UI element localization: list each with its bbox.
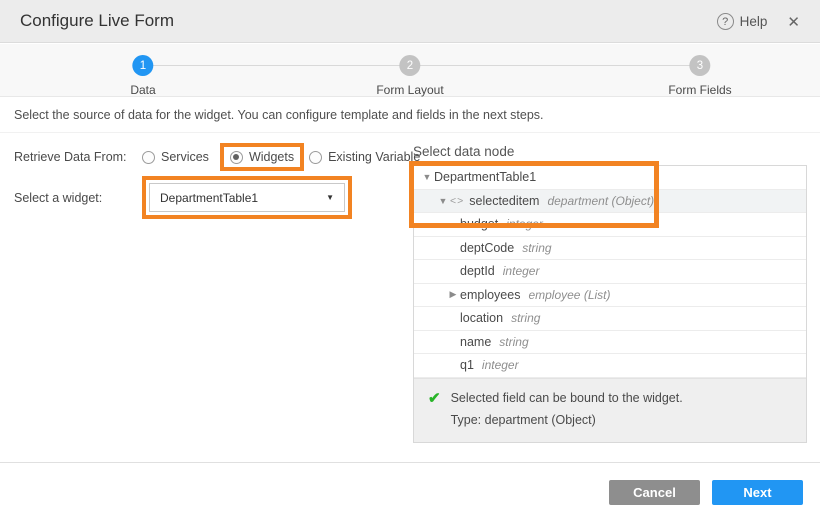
tree-node-deptid[interactable]: deptId integer [414,260,806,284]
dialog-header: Configure Live Form ? Help ✕ [0,0,820,43]
dialog-footer: Cancel Next [0,462,820,522]
retrieve-data-label: Retrieve Data From: [14,150,142,164]
tree-node-employees[interactable]: ▶employees employee (List) [414,284,806,308]
help-label: Help [740,14,768,29]
data-node-panel: ▼DepartmentTable1▼<>selecteditemdepartme… [413,165,807,443]
step-data[interactable]: 1 Data [130,55,155,97]
tree-node-name[interactable]: name string [414,331,806,355]
tree-node-type: string [511,311,540,325]
next-button[interactable]: Next [712,480,803,505]
binding-note-line2: Type: department (Object) [451,409,683,432]
step-number: 2 [399,55,420,76]
wizard-stepper: 1 Data 2 Form Layout 3 Form Fields [0,44,820,97]
tree-node-type: integer [506,217,543,231]
cancel-button[interactable]: Cancel [609,480,700,505]
tree-node-type: string [522,241,551,255]
tree-node-deptcode[interactable]: deptCode string [414,237,806,261]
radio-existing-variable[interactable]: Existing Variable [309,150,420,164]
footer-buttons: Cancel Next [609,480,803,505]
tree-node-name: DepartmentTable1 [434,170,536,184]
tree-node-name: deptId [460,264,495,278]
radio-circle-icon [142,151,155,164]
radio-label: Widgets [249,150,294,164]
select-widget-row: Select a widget: DepartmentTable1 ▼ [14,176,352,219]
check-icon: ✔ [428,389,441,407]
step-number: 3 [690,55,711,76]
tree-node-type: employee (List) [528,288,610,302]
widget-select[interactable]: DepartmentTable1 ▼ [149,183,345,212]
tree-node-budget[interactable]: budget integer [414,213,806,237]
help-icon: ? [717,13,734,30]
step-form-layout[interactable]: 2 Form Layout [376,55,443,97]
radio-circle-icon [309,151,322,164]
radio-circle-icon [230,151,243,164]
tree-node-name: budget [460,217,498,231]
caret-down-icon[interactable]: ▼ [420,172,434,182]
select-widget-label: Select a widget: [14,191,142,205]
data-node-tree: ▼DepartmentTable1▼<>selecteditemdepartme… [414,166,806,378]
tree-node-name: selecteditem [469,194,539,208]
binding-note: ✔ Selected field can be bound to the wid… [414,378,806,442]
binding-note-line1: Selected field can be bound to the widge… [451,387,683,410]
tree-node-type: string [499,335,528,349]
tree-node-name: name [460,335,491,349]
header-actions: ? Help ✕ [717,0,804,43]
retrieve-data-row: Retrieve Data From: Services Widgets Exist… [14,143,426,171]
data-node-heading: Select data node [413,144,514,159]
tree-node-name: q1 [460,358,474,372]
stepper-steps: 1 Data 2 Form Layout 3 Form Fields [0,44,820,96]
step-form-fields[interactable]: 3 Form Fields [668,55,731,97]
code-brackets-icon: <> [450,195,464,207]
tree-node-departmenttable1[interactable]: ▼DepartmentTable1 [414,166,806,190]
step-label: Form Layout [376,83,443,97]
help-button[interactable]: ? Help [717,13,768,30]
radio-highlight-box: Widgets [220,143,304,171]
tree-node-type: integer [503,264,540,278]
step-label: Form Fields [668,83,731,97]
caret-down-icon[interactable]: ▼ [436,196,450,206]
caret-right-icon[interactable]: ▶ [446,289,460,300]
tree-node-q1[interactable]: q1 integer [414,354,806,378]
configure-live-form-dialog: Configure Live Form ? Help ✕ 1 Data 2 Form … [0,0,820,522]
widget-select-value: DepartmentTable1 [160,191,258,205]
binding-note-text: Selected field can be bound to the widge… [451,387,683,432]
dialog-title: Configure Live Form [20,11,174,31]
tree-node-name: location [460,311,503,325]
step-number: 1 [132,55,153,76]
tree-node-selecteditem[interactable]: ▼<> selecteditem department (Object) [414,190,806,214]
tree-node-name: employees [460,288,520,302]
retrieve-radio-group: Services Widgets Existing Variable [142,143,426,171]
close-icon[interactable]: ✕ [783,11,804,33]
radio-widgets[interactable]: Widgets [230,150,294,164]
tree-node-type: integer [482,358,519,372]
radio-services[interactable]: Services [142,150,209,164]
widget-select-highlight: DepartmentTable1 ▼ [142,176,352,219]
radio-label: Services [161,150,209,164]
radio-label: Existing Variable [328,150,420,164]
chevron-down-icon: ▼ [326,193,334,202]
tree-node-type: department (Object) [547,194,654,208]
instruction-text: Select the source of data for the widget… [0,98,820,133]
tree-node-name: deptCode [460,241,514,255]
tree-node-location[interactable]: location string [414,307,806,331]
step-label: Data [130,83,155,97]
